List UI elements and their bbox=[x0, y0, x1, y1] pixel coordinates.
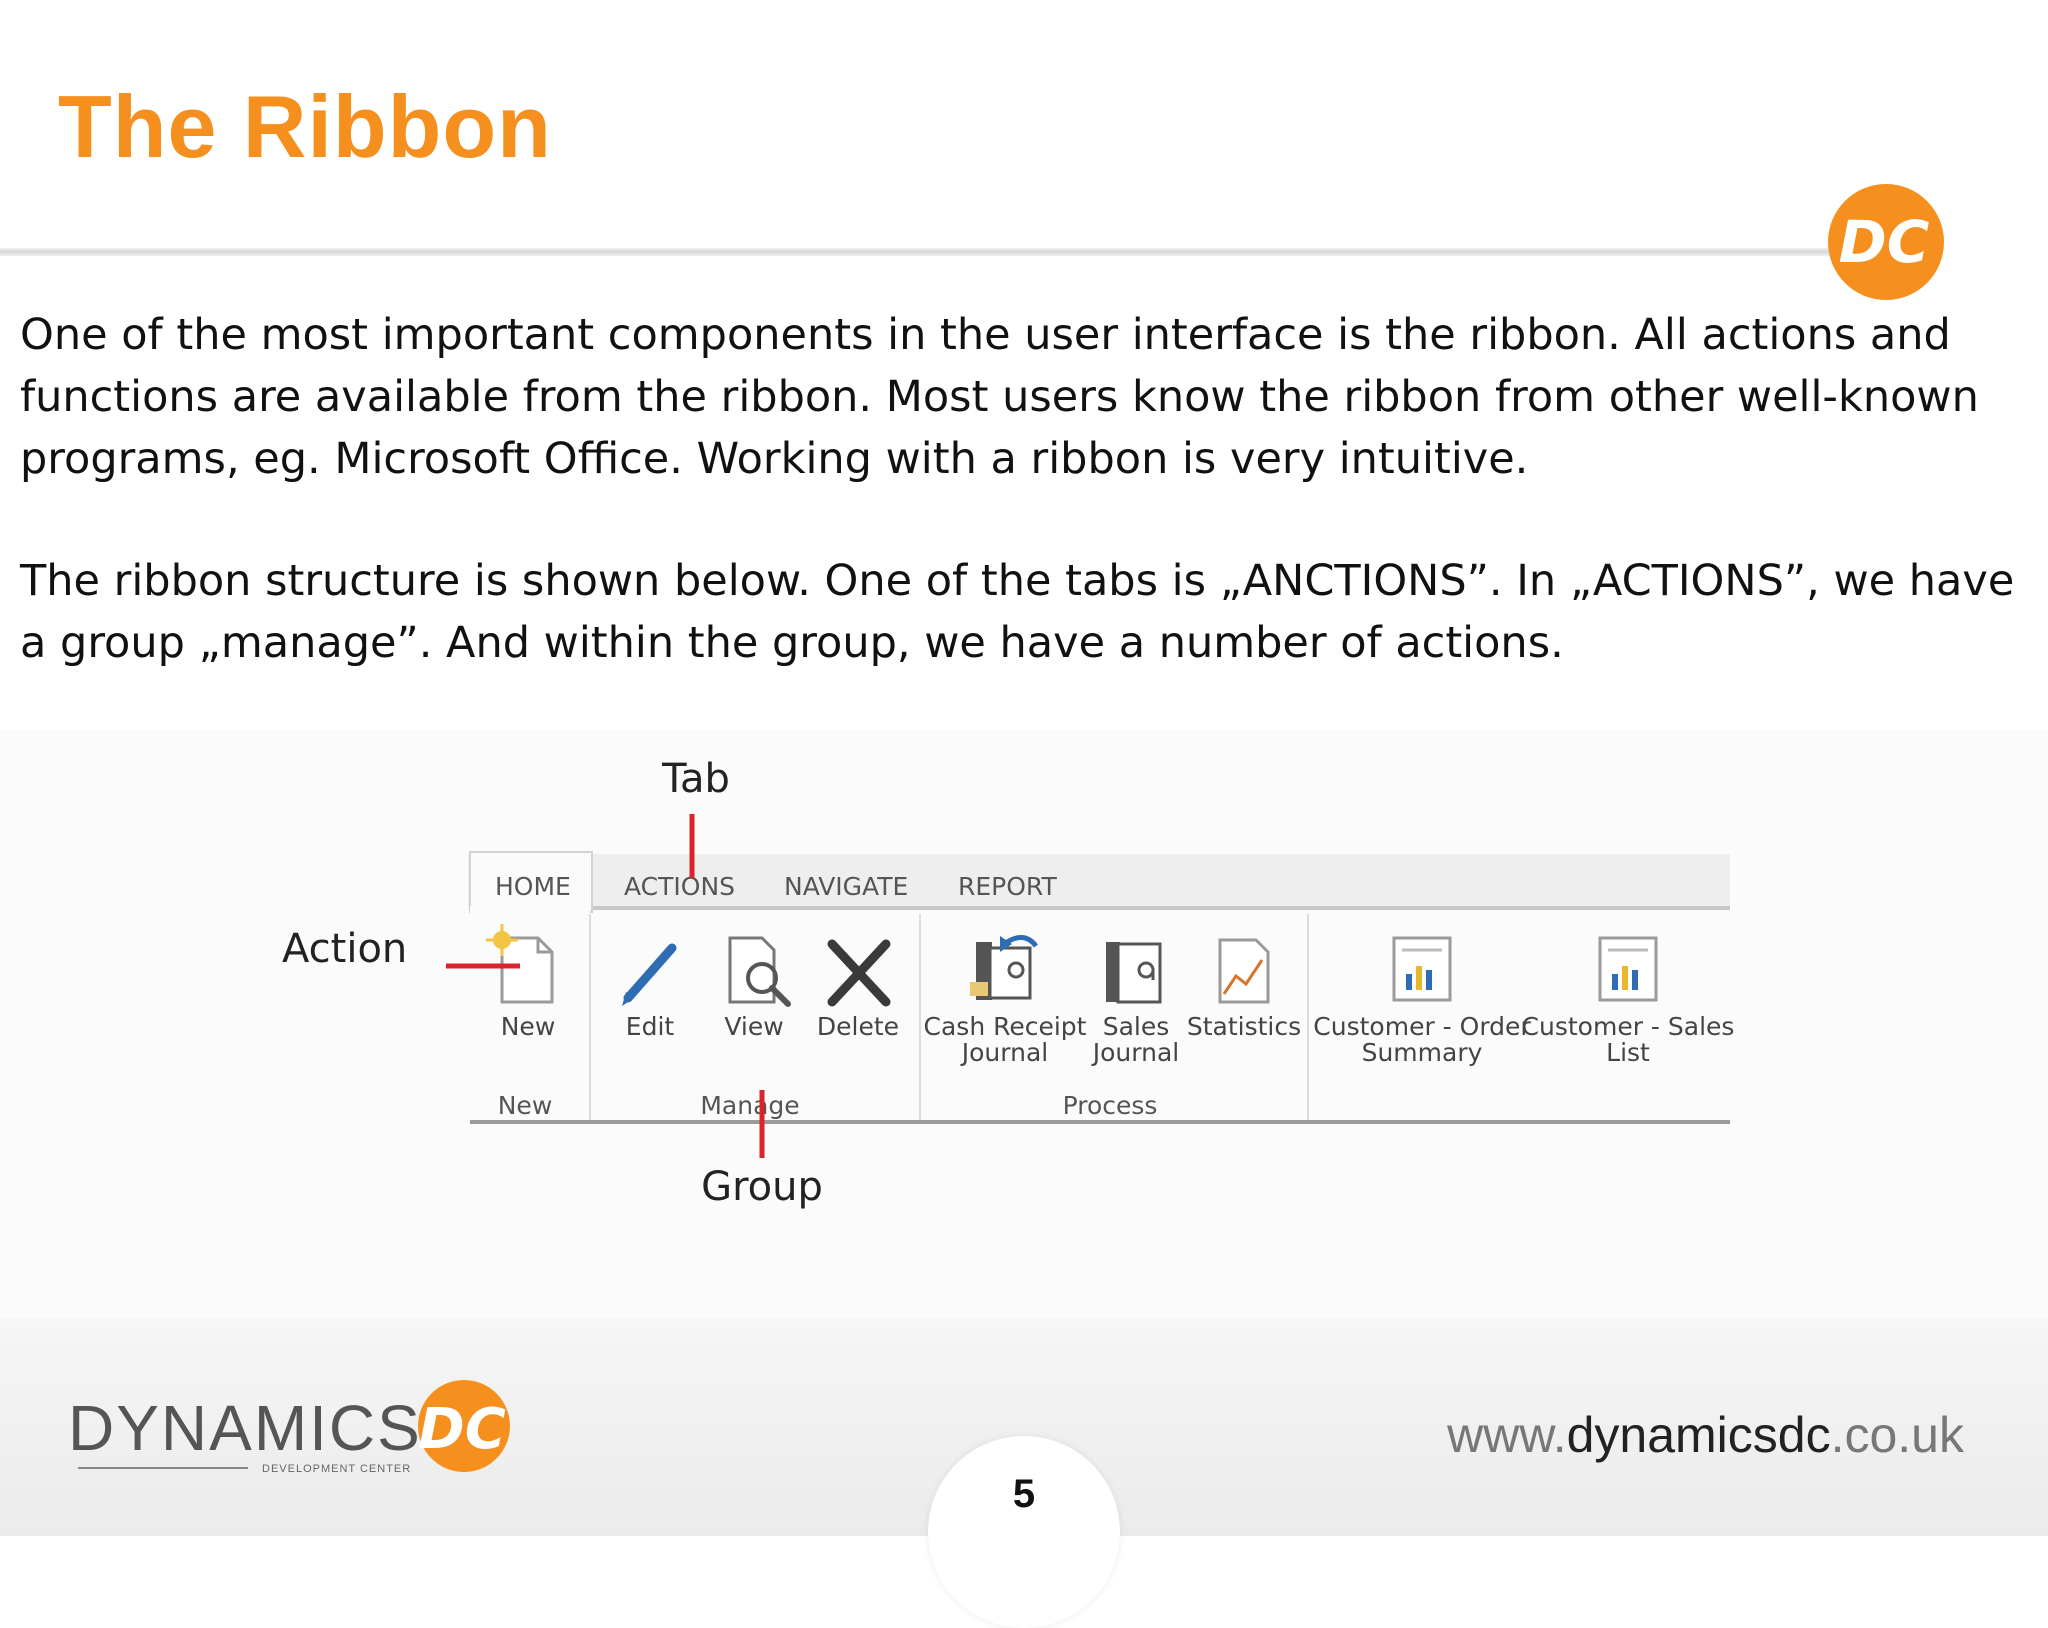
action-label-sales-2: Journal bbox=[1091, 1038, 1179, 1067]
website-link[interactable]: www.dynamicsdc.co.uk bbox=[1447, 1406, 1964, 1464]
action-label-sales-list-2: List bbox=[1606, 1038, 1650, 1067]
brand-badge-text: DC bbox=[418, 1397, 506, 1462]
cash-receipt-journal-icon[interactable] bbox=[970, 935, 1038, 1000]
statistics-icon[interactable] bbox=[1218, 938, 1270, 1004]
website-prefix: www. bbox=[1447, 1407, 1567, 1463]
structure-paragraph: The ribbon structure is shown below. One… bbox=[20, 556, 2015, 668]
action-label-cash-receipt-2: Journal bbox=[960, 1038, 1048, 1067]
new-document-icon[interactable] bbox=[486, 924, 554, 1004]
website-suffix: .co.uk bbox=[1830, 1407, 1964, 1463]
brand-name: DYNAMICS bbox=[68, 1392, 422, 1464]
slide-title: The Ribbon bbox=[58, 77, 552, 176]
tab-actions[interactable]: ACTIONS bbox=[624, 872, 735, 901]
group-label-process: Process bbox=[1063, 1091, 1158, 1120]
action-label-order-summary: Customer - Order bbox=[1313, 1012, 1531, 1041]
dynamicsdc-logo: DYNAMICS DC DEVELOPMENT CENTER bbox=[68, 1380, 510, 1475]
view-magnifier-icon[interactable] bbox=[728, 936, 791, 1007]
website-domain: dynamicsdc bbox=[1566, 1407, 1831, 1463]
intro-paragraph: One of the most important components in … bbox=[20, 310, 1979, 484]
page-number-circle: 5 bbox=[928, 1436, 1120, 1628]
tab-home[interactable]: HOME bbox=[495, 872, 571, 901]
action-label-edit: Edit bbox=[626, 1012, 675, 1041]
delete-x-icon[interactable] bbox=[827, 939, 891, 1007]
tab-report[interactable]: REPORT bbox=[958, 872, 1057, 901]
sales-journal-icon[interactable] bbox=[1106, 942, 1162, 1004]
pencil-icon[interactable] bbox=[622, 943, 677, 1006]
ribbon-figure: HOME ACTIONS NAVIGATE REPORT New Edit Vi… bbox=[0, 730, 2048, 1320]
action-label-delete: Delete bbox=[817, 1012, 899, 1041]
group-label-manage: Manage bbox=[700, 1091, 799, 1120]
action-label-cash-receipt: Cash Receipt bbox=[924, 1012, 1087, 1041]
header-divider bbox=[0, 248, 1890, 256]
ribbon-diagram: HOME ACTIONS NAVIGATE REPORT New Edit Vi… bbox=[282, 756, 1735, 1210]
action-label-sales: Sales bbox=[1103, 1012, 1170, 1041]
group-label-new: New bbox=[498, 1091, 553, 1120]
report-icon[interactable] bbox=[1598, 936, 1658, 1002]
action-label-statistics: Statistics bbox=[1187, 1012, 1301, 1041]
action-label-view: View bbox=[724, 1012, 783, 1041]
group-callout-label: Group bbox=[701, 1164, 823, 1210]
action-label-new: New bbox=[501, 1012, 556, 1041]
brand-subtitle: DEVELOPMENT CENTER bbox=[262, 1463, 411, 1475]
action-label-sales-list: Customer - Sales bbox=[1522, 1012, 1735, 1041]
page-number: 5 bbox=[1012, 1472, 1036, 1516]
tab-navigate[interactable]: NAVIGATE bbox=[784, 872, 908, 901]
dc-badge-text: DC bbox=[1839, 208, 1930, 276]
action-label-order-summary-2: Summary bbox=[1362, 1038, 1483, 1067]
tab-callout-label: Tab bbox=[661, 756, 730, 802]
dc-logo-badge: DC bbox=[1828, 184, 1944, 300]
report-icon[interactable] bbox=[1392, 936, 1452, 1002]
action-callout-label: Action bbox=[282, 926, 407, 972]
